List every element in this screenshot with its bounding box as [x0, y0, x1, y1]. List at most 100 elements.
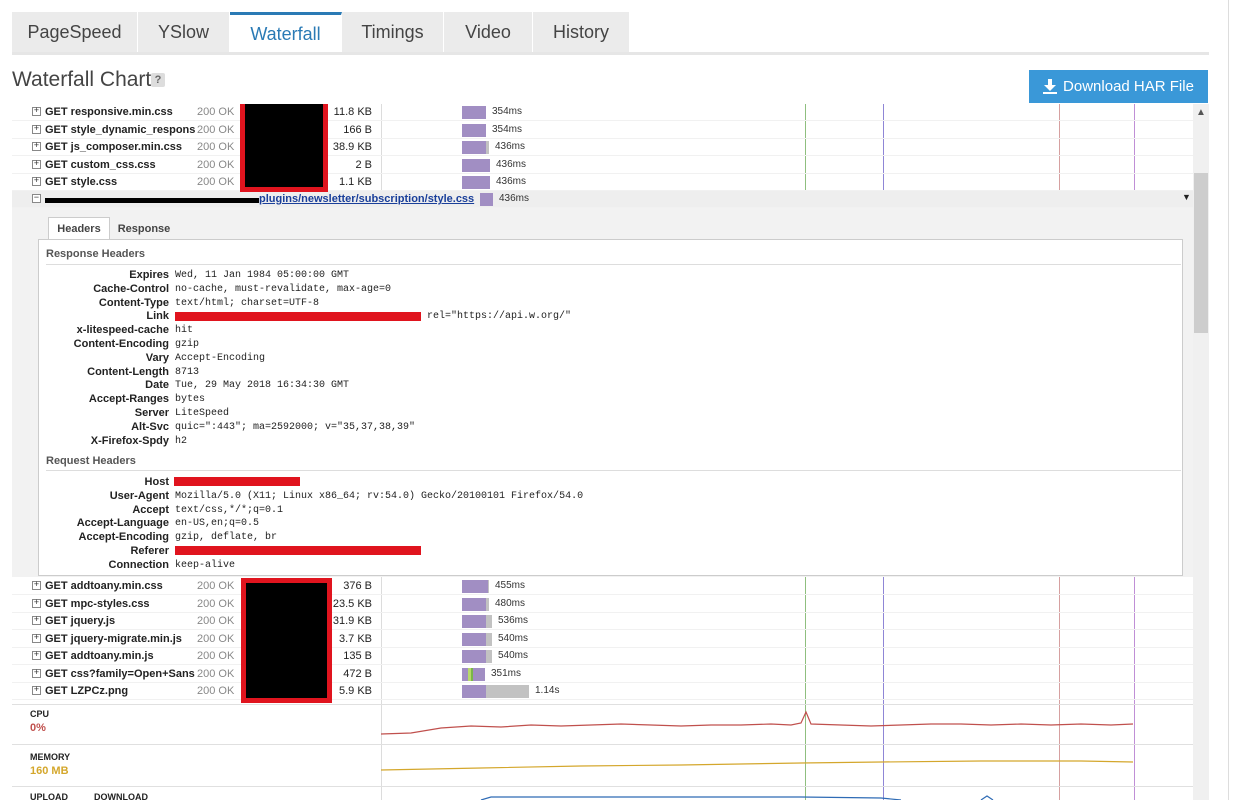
request-url: GET style_dynamic_responsive.css	[45, 123, 195, 136]
request-time: 540ms	[498, 632, 529, 644]
request-row[interactable]: + GET jquery-migrate.min.js 200 OK 3.7 KB 54…	[12, 631, 1193, 648]
dropdown-arrow-icon[interactable]: ▼	[1182, 192, 1191, 202]
request-url: GET jquery-migrate.min.js	[45, 632, 182, 645]
help-icon[interactable]: ?	[151, 73, 165, 87]
request-url-link[interactable]: plugins/newsletter/subscription/style.cs…	[259, 193, 474, 205]
header-value: gzip	[175, 339, 200, 350]
request-row[interactable]: + GET jquery.js 200 OK 31.9 KB 536ms	[12, 613, 1193, 630]
request-row[interactable]: + GET addtoany.min.css 200 OK 376 B 455ms	[12, 578, 1193, 595]
request-row[interactable]: + GET css?family=Open+Sans 200 OK 472 B 351m…	[12, 666, 1193, 683]
request-bar	[462, 597, 486, 611]
tab-pagespeed[interactable]: PageSpeed	[12, 12, 138, 53]
header-value: LiteSpeed	[175, 408, 230, 419]
cpu-graph	[381, 710, 1134, 735]
section-divider	[46, 264, 1181, 265]
expand-icon[interactable]: +	[32, 616, 41, 625]
request-time: 480ms	[495, 597, 526, 609]
header-name: x-litespeed-cache	[76, 324, 169, 337]
header-value: bytes	[175, 394, 206, 406]
redacted-ip-block	[241, 578, 332, 703]
request-status: 200 OK	[197, 597, 235, 610]
request-url: GET style.css	[45, 176, 118, 188]
request-bar	[462, 176, 490, 189]
header-value: Mozilla/5.0 (X11; Linux x86_64; rv:54.0)…	[175, 490, 584, 502]
header-name: Alt-Svc	[131, 420, 169, 433]
tab-response[interactable]: Response	[112, 217, 176, 240]
request-status: 200 OK	[197, 106, 235, 118]
request-status: 200 OK	[197, 158, 235, 171]
memory-value: 160 MB	[30, 765, 69, 777]
request-bar	[462, 685, 486, 698]
request-time: 455ms	[495, 580, 526, 591]
tab-timings[interactable]: Timings	[342, 12, 444, 53]
redacted-referer-value	[175, 546, 421, 555]
expand-icon[interactable]: +	[32, 633, 41, 643]
memory-label: MEMORY	[30, 752, 71, 762]
waterfall-chart: + GET responsive.min.css 200 OK 11.8 KB 354m…	[12, 104, 1193, 800]
request-url: GET responsive.min.css	[45, 106, 173, 118]
expand-icon[interactable]: +	[32, 107, 41, 116]
request-row[interactable]: + GET custom_css.css 200 OK 2 B 436ms	[12, 157, 1193, 174]
request-time: 536ms	[498, 615, 529, 626]
collapse-icon[interactable]: −	[32, 194, 41, 203]
download-har-button[interactable]: Download HAR File	[1029, 70, 1208, 103]
header-name: Accept-Encoding	[78, 531, 169, 544]
tab-video[interactable]: Video	[444, 12, 533, 53]
expand-icon[interactable]: +	[32, 651, 41, 660]
expand-icon[interactable]: +	[32, 598, 41, 608]
header-value: rel="https://api.w.org/"	[427, 311, 572, 323]
page-title: Waterfall Chart	[12, 68, 152, 91]
request-wait-bar	[486, 632, 492, 646]
header-name: Date	[145, 379, 169, 392]
request-time: 436ms	[496, 176, 527, 187]
request-wait-bar	[486, 141, 489, 154]
request-wait-bar	[486, 685, 529, 698]
tab-headers[interactable]: Headers	[48, 217, 110, 240]
header-name: Content-Length	[87, 365, 169, 378]
request-row[interactable]: + GET addtoany.min.js 200 OK 135 B 540ms	[12, 648, 1193, 665]
header-value: text/css,*/*;q=0.1	[175, 504, 284, 516]
request-time: 540ms	[498, 650, 529, 661]
request-wait-bar	[486, 650, 492, 663]
request-row[interactable]: + GET js_composer.min.css 200 OK 38.9 KB 436…	[12, 139, 1193, 156]
expand-icon[interactable]: +	[32, 668, 41, 678]
expand-icon[interactable]: +	[32, 686, 41, 695]
request-row[interactable]: + GET mpc-styles.css 200 OK 23.5 KB 480ms	[12, 596, 1193, 613]
request-bar	[462, 106, 486, 119]
scrollbar-thumb[interactable]	[1194, 173, 1208, 333]
header-value: Accept-Encoding	[175, 352, 266, 364]
request-bar	[462, 123, 486, 137]
request-status: 200 OK	[197, 667, 235, 680]
expand-icon[interactable]: +	[32, 177, 41, 186]
header-name: Accept-Language	[76, 517, 169, 530]
request-url: GET addtoany.min.js	[45, 650, 154, 662]
request-bar	[462, 580, 488, 593]
expand-icon[interactable]: +	[32, 142, 41, 151]
expand-icon[interactable]: +	[32, 159, 41, 169]
scroll-up-icon[interactable]: ▲	[1193, 104, 1209, 122]
request-headers-title: Request Headers	[46, 455, 136, 467]
request-url: GET custom_css.css	[45, 158, 156, 171]
request-row[interactable]: +GET style_dynamic_responsive.css200 OK1…	[12, 122, 1193, 139]
request-row[interactable]: + GET LZPCz.png 200 OK 5.9 KB 1.14s	[12, 683, 1193, 700]
expanded-request-row[interactable]: − plugins/newsletter/subscription/style.…	[12, 191, 1193, 208]
request-status: 200 OK	[197, 615, 235, 627]
download-icon	[1043, 79, 1058, 94]
request-url: GET LZPCz.png	[45, 685, 129, 697]
expand-icon[interactable]: +	[32, 581, 41, 590]
redacted-host-value	[174, 477, 300, 486]
request-wait-bar	[488, 580, 489, 593]
header-value: en-US,en;q=0.5	[175, 518, 260, 530]
tab-yslow[interactable]: YSlow	[138, 12, 230, 53]
request-details-panel: Headers Response Response Headers Expire…	[12, 208, 1193, 577]
header-name: Content-Type	[98, 296, 169, 309]
tab-waterfall[interactable]: Waterfall	[230, 12, 342, 53]
request-row[interactable]: + GET style.css 200 OK 1.1 KB 436ms	[12, 174, 1193, 191]
scrollbar[interactable]: ▲	[1193, 104, 1209, 800]
request-url: GET jquery.js	[45, 615, 116, 627]
request-row[interactable]: + GET responsive.min.css 200 OK 11.8 KB 354m…	[12, 104, 1193, 121]
tab-history[interactable]: History	[533, 12, 630, 53]
expand-icon[interactable]: +	[32, 124, 41, 134]
request-time: 1.14s	[535, 685, 560, 696]
cpu-value: 0%	[30, 722, 46, 734]
